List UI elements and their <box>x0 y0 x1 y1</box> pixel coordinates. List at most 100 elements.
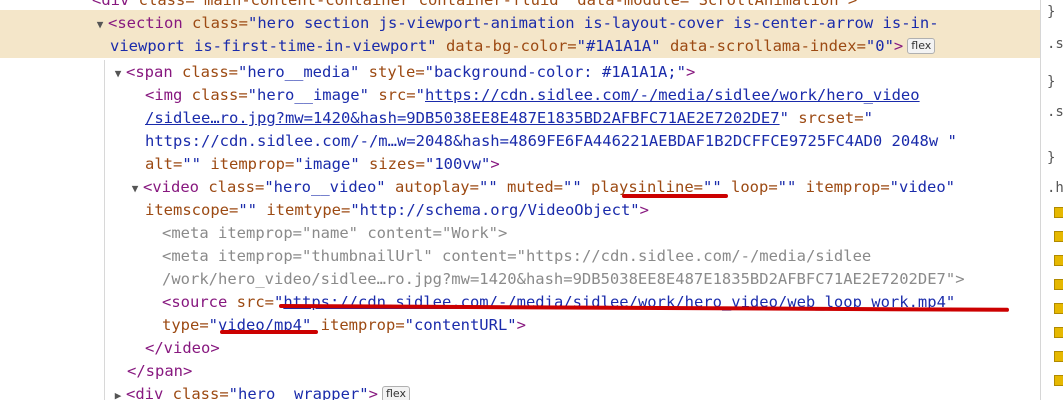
property-checkbox-icon[interactable] <box>1054 327 1063 338</box>
attr-name: content= <box>432 247 517 265</box>
tag-close: > <box>893 37 904 55</box>
styles-pane: } .s } .s } .h <box>1040 0 1063 400</box>
attr-value[interactable]: "" <box>778 178 797 196</box>
attr-value[interactable]: "" <box>238 201 257 219</box>
dom-node-video-close[interactable]: </video> <box>0 337 1040 360</box>
attr-value[interactable]: "thumbnailUrl" <box>302 247 433 265</box>
tag-close: > <box>685 63 696 81</box>
quote: " <box>779 109 789 127</box>
dom-node-video-cont[interactable]: itemscope="" itemtype="http://schema.org… <box>0 199 1040 222</box>
attr-value[interactable]: "#1A1A1A" <box>577 37 661 55</box>
property-checkbox-icon[interactable] <box>1054 303 1063 314</box>
dom-node-source-cont[interactable]: type="video/mp4" itemprop="contentURL"> <box>0 314 1040 337</box>
attr-value[interactable]: "" <box>479 178 498 196</box>
collapse-triangle-icon[interactable]: ▼ <box>127 177 143 200</box>
dom-node-meta-thumbnail-cont[interactable]: /work/hero_video/sidlee…ro.jpg?mw=1420&h… <box>0 268 1040 291</box>
attr-name: class= <box>182 86 248 104</box>
attr-name: loop= <box>721 178 778 196</box>
styles-selector[interactable]: .s <box>1047 104 1063 120</box>
attr-name: itemtype= <box>257 201 351 219</box>
styles-selector[interactable]: .h <box>1047 180 1063 196</box>
dom-node-meta-name[interactable]: <meta itemprop="name" content="Work"> <box>0 222 1040 245</box>
styles-rule-brace: } <box>1047 4 1056 20</box>
tag-close: > <box>368 385 378 400</box>
property-checkbox-icon[interactable] <box>1054 255 1063 266</box>
attr-value[interactable]: viewport is-first-time-in-viewport" <box>110 37 437 55</box>
collapse-triangle-icon[interactable]: ▼ <box>110 62 126 85</box>
attr-value[interactable]: "hero__video" <box>264 178 385 196</box>
tag-open: <meta <box>162 224 209 242</box>
expand-triangle-icon[interactable]: ▶ <box>110 384 126 400</box>
attr-name: type= <box>162 316 209 334</box>
tag-close: > <box>498 224 508 242</box>
property-checkbox-icon[interactable] <box>1054 279 1063 290</box>
attr-value[interactable]: "hero__media" <box>238 63 359 81</box>
styles-rule-brace: } <box>1047 74 1056 90</box>
src-link[interactable]: https://cdn.sidlee.com/-/media/sidlee/wo… <box>425 86 920 104</box>
tag-open: <div <box>126 385 164 400</box>
attr-name: class= <box>163 385 229 400</box>
dom-node-main-container[interactable]: <div class="main-content-container conta… <box>0 0 1040 12</box>
dom-node-section-hero-cont[interactable]: viewport is-first-time-in-viewport" data… <box>0 35 1040 58</box>
src-link[interactable]: /sidlee…ro.jpg?mw=1420&hash=9DB5038EE8E4… <box>145 109 780 127</box>
attr-value[interactable]: "https://cdn.sidlee.com/-/media/sidlee <box>517 247 872 265</box>
attr-value[interactable]: "0" <box>866 37 894 55</box>
attr-name: style= <box>359 63 425 81</box>
tag-open: <span <box>126 63 173 81</box>
attr-value[interactable]: "hero section js-viewport-animation is-l… <box>248 14 939 32</box>
property-checkbox-icon[interactable] <box>1054 351 1063 362</box>
dom-node-img-cont-2[interactable]: https://cdn.sidlee.com/-/m…w=2048&hash=4… <box>0 130 1040 153</box>
property-checkbox-icon[interactable] <box>1054 375 1063 386</box>
attr-value[interactable]: "" <box>563 178 582 196</box>
attr-value[interactable]: "contentURL" <box>405 316 517 334</box>
dom-node-section-hero[interactable]: ▼ <section class="hero section js-viewpor… <box>0 12 1040 35</box>
attr-name: data-scrollama-index= <box>660 37 866 55</box>
attr-value[interactable]: "name" <box>302 224 358 242</box>
srcset-value[interactable]: https://cdn.sidlee.com/-/m…w=2048&hash=4… <box>145 132 957 150</box>
attr-name: sizes= <box>359 155 425 173</box>
tag-open: <div <box>92 0 130 9</box>
tag-open: <img <box>145 86 183 104</box>
elements-panel: <div class="main-content-container conta… <box>0 0 1040 400</box>
tag-close: > <box>516 316 526 334</box>
attr-value[interactable]: "image" <box>294 155 359 173</box>
flex-badge[interactable]: flex <box>907 38 936 54</box>
attr-value[interactable]: "hero__image" <box>248 86 369 104</box>
attr-name: alt= <box>145 155 183 173</box>
attr-value[interactable]: "hero__wrapper" <box>229 385 369 400</box>
collapse-triangle-icon[interactable]: ▼ <box>92 13 108 36</box>
attr-value[interactable]: "" <box>182 155 201 173</box>
property-checkbox-icon[interactable] <box>1054 231 1063 242</box>
annotation-underline-video-mp4 <box>220 330 318 334</box>
dom-node-meta-thumbnail[interactable]: <meta itemprop="thumbnailUrl" content="h… <box>0 245 1040 268</box>
attr-name: itemprop= <box>208 247 302 265</box>
dom-node-span-hero-media[interactable]: ▼ <span class="hero__media" style="backgr… <box>0 61 1040 84</box>
tag-open: <source <box>162 293 228 311</box>
attr-value[interactable]: "http://schema.org/VideoObject" <box>350 201 639 219</box>
attr-name: src= <box>368 86 416 104</box>
tag-close: </span> <box>127 362 193 380</box>
attr-value[interactable]: "background-color: #1A1A1A;" <box>425 63 686 81</box>
attr-value[interactable]: "Work" <box>442 224 498 242</box>
flex-badge[interactable]: flex <box>381 386 410 400</box>
styles-selector[interactable]: .s <box>1047 36 1063 52</box>
attr-name: autoplay= <box>385 178 479 196</box>
node-attrs: class="main-content-container container-… <box>129 0 858 9</box>
property-checkbox-icon[interactable] <box>1054 207 1063 218</box>
dom-node-span-close[interactable]: </span> <box>0 360 1040 383</box>
attr-name: muted= <box>497 178 563 196</box>
dom-node-video-hero-video[interactable]: ▼ <video class="hero__video" autoplay="" … <box>0 176 1040 199</box>
attr-value[interactable]: " <box>864 109 873 127</box>
attr-name: itemprop= <box>311 316 405 334</box>
dom-node-div-hero-wrapper[interactable]: ▶ <div class="hero__wrapper"> flex <box>0 383 1040 400</box>
attr-value[interactable]: /work/hero_video/sidlee…ro.jpg?mw=1420&h… <box>162 270 955 288</box>
dom-node-img-hero-image[interactable]: <img class="hero__image" src="https://cd… <box>0 84 1040 107</box>
tag-close: > <box>639 201 649 219</box>
attr-name: src= <box>227 293 274 311</box>
attr-name: class= <box>172 63 238 81</box>
dom-node-img-cont-1[interactable]: /sidlee…ro.jpg?mw=1420&hash=9DB5038EE8E4… <box>0 107 1040 130</box>
dom-node-img-cont-3[interactable]: alt="" itemprop="image" sizes="100vw"> <box>0 153 1040 176</box>
attr-value[interactable]: "100vw" <box>425 155 490 173</box>
attr-name: itemprop= <box>796 178 890 196</box>
attr-value[interactable]: "video" <box>890 178 955 196</box>
